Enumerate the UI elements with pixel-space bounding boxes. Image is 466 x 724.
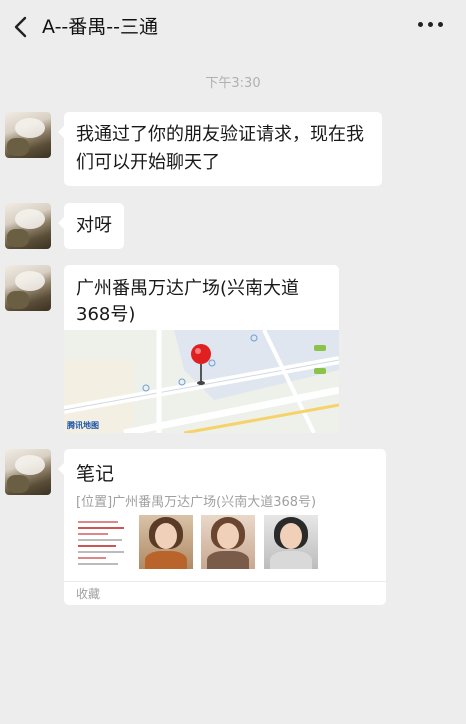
message-timestamp: 下午3:30 [205,76,261,91]
map-thumbnail: 腾讯地图 [64,330,339,433]
map-roads [64,330,339,433]
note-image [201,515,255,569]
note-source: 收藏 [76,587,101,601]
note-image [264,515,318,569]
location-card[interactable]: 广州番禺万达广场(兴南大道368号) 腾讯地图 [64,265,339,433]
avatar[interactable] [5,112,51,158]
note-card[interactable]: 笔记 [位置]广州番禺万达广场(兴南大道368号) 收藏 [58,449,386,605]
title-bar: A--番禺--三通 [0,0,466,54]
avatar[interactable] [5,203,51,249]
avatar[interactable] [5,265,51,311]
note-image [139,515,193,569]
ellipsis-icon[interactable] [418,22,444,30]
location-title: 广州番禺万达广场(兴南大道368号) [76,278,300,325]
avatar[interactable] [5,449,51,495]
note-title: 笔记 [76,463,115,485]
divider [64,581,386,582]
map-provider-logo: 腾讯地图 [67,421,99,430]
note-image [76,515,130,569]
chevron-left-icon[interactable] [10,14,34,40]
message-bubble[interactable]: 对呀 [58,203,124,249]
chat-title: A--番禺--三通 [42,16,159,38]
message-bubble[interactable]: 我通过了你的朋友验证请求，现在我们可以开始聊天了 [58,112,382,186]
note-location: [位置]广州番禺万达广场(兴南大道368号) [76,495,317,510]
